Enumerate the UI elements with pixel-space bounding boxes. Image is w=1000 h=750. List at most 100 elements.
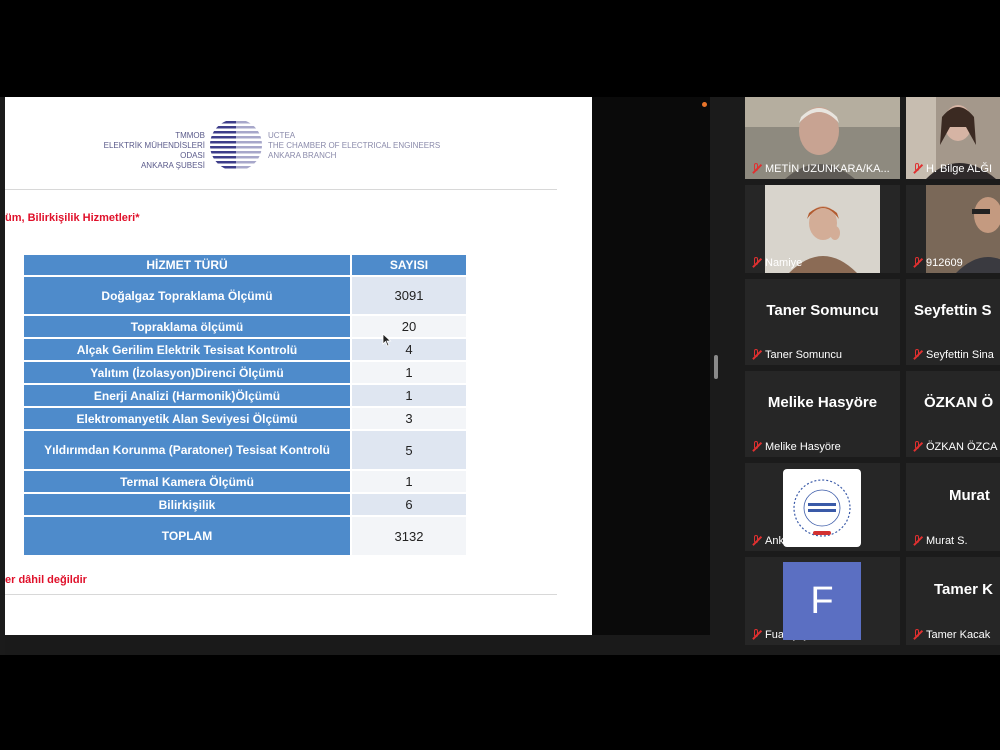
- participant-label: Tamer Kacak: [912, 629, 990, 641]
- participant-tile[interactable]: Melike Hasyöre Melike Hasyöre: [745, 371, 900, 457]
- participant-name: Murat S.: [926, 535, 968, 547]
- logo-left-line: ELEKTRİK MÜHENDİSLERİ ODASI: [103, 141, 205, 160]
- row-value: 5: [350, 431, 466, 471]
- participant-name: 912609: [926, 257, 963, 269]
- emo-seal-icon: [793, 479, 851, 537]
- header-service-type: HİZMET TÜRÜ: [24, 255, 350, 277]
- divider: [5, 189, 557, 190]
- participant-label: Taner Somuncu: [751, 349, 842, 361]
- participant-tile[interactable]: 912609: [906, 185, 1000, 273]
- avatar: F: [783, 562, 861, 640]
- participant-name: H. Bilge ALĞI: [926, 163, 993, 175]
- row-value: 3132: [350, 517, 466, 557]
- slide-subtitle: üm, Bilirkişilik Hizmetleri*: [5, 212, 140, 224]
- muted-mic-icon: [912, 349, 922, 361]
- participant-label: Namiye: [751, 257, 802, 269]
- table-row: Yıldırımdan Korunma (Paratoner) Tesisat …: [24, 431, 466, 471]
- logo-left-line: ANKARA ŞUBESİ: [140, 161, 205, 170]
- table-row: Enerji Analizi (Harmonik)Ölçümü 1: [24, 385, 466, 408]
- muted-mic-icon: [751, 257, 761, 269]
- muted-mic-icon: [751, 441, 761, 453]
- row-label: TOPLAM: [24, 517, 350, 557]
- participant-tile[interactable]: METİN UZUNKARA/KA...: [745, 97, 900, 179]
- participant-label: 912609: [912, 257, 963, 269]
- muted-mic-icon: [751, 535, 761, 547]
- slide-footnote: er dâhil değildir: [5, 574, 87, 586]
- row-value: 1: [350, 385, 466, 408]
- muted-mic-icon: [912, 163, 922, 175]
- row-value: 3091: [350, 277, 466, 316]
- participant-display-name: ÖZKAN Ö: [924, 393, 994, 411]
- uctea-logo-text: UCTEA THE CHAMBER OF ELECTRICAL ENGINEER…: [268, 131, 468, 161]
- muted-mic-icon: [751, 163, 761, 175]
- participant-display-name: Seyfettin S: [914, 301, 992, 319]
- logo-right-line: ANKARA BRANCH: [268, 151, 337, 160]
- row-value: 1: [350, 471, 466, 494]
- participant-name: ÖZKAN ÖZCA: [926, 441, 998, 453]
- tmmob-logo-text: TMMOB ELEKTRİK MÜHENDİSLERİ ODASI ANKARA…: [87, 131, 205, 171]
- row-value: 4: [350, 339, 466, 362]
- participant-display-name: Tamer K: [934, 580, 993, 598]
- emo-logo-avatar: [783, 469, 861, 547]
- muted-mic-icon: [751, 349, 761, 361]
- row-label: Yıldırımdan Korunma (Paratoner) Tesisat …: [24, 431, 350, 471]
- row-label: Termal Kamera Ölçümü: [24, 471, 350, 494]
- row-value: 1: [350, 362, 466, 385]
- participant-display-name: Melike Hasyöre: [767, 393, 878, 411]
- table-row: Doğalgaz Topraklama Ölçümü 3091: [24, 277, 466, 316]
- participant-label: Murat S.: [912, 535, 968, 547]
- header-count: SAYISI: [350, 255, 466, 277]
- row-label: Topraklama ölçümü: [24, 316, 350, 339]
- table-row-total: TOPLAM 3132: [24, 517, 466, 557]
- row-label: Doğalgaz Topraklama Ölçümü: [24, 277, 350, 316]
- muted-mic-icon: [912, 629, 922, 641]
- participant-tile[interactable]: Tamer K Tamer Kacak: [906, 557, 1000, 645]
- participant-tile[interactable]: Taner Somuncu Taner Somuncu: [745, 279, 900, 365]
- participant-tile[interactable]: Namiye: [745, 185, 900, 273]
- participant-name: METİN UZUNKARA/KA...: [765, 163, 890, 175]
- row-label: Elektromanyetik Alan Seviyesi Ölçümü: [24, 408, 350, 431]
- row-value: 6: [350, 494, 466, 517]
- participant-label: ÖZKAN ÖZCA: [912, 441, 998, 453]
- share-gutter: [592, 97, 710, 635]
- participant-name: Taner Somuncu: [765, 349, 843, 361]
- logo-right-line: UCTEA: [268, 131, 296, 140]
- participant-tile[interactable]: Murat Murat S.: [906, 463, 1000, 551]
- table-row: Termal Kamera Ölçümü 1: [24, 471, 466, 494]
- row-value: 3: [350, 408, 466, 431]
- share-bottom-bar: [5, 635, 710, 655]
- table-row: Alçak Gerilim Elektrik Tesisat Kontrolü …: [24, 339, 466, 362]
- participant-name: Melike Hasyöre: [765, 441, 841, 453]
- participant-name: Tamer Kacak: [926, 629, 991, 641]
- participant-tile[interactable]: ÖZKAN Ö ÖZKAN ÖZCA: [906, 371, 1000, 457]
- participant-label: METİN UZUNKARA/KA...: [751, 163, 890, 175]
- muted-mic-icon: [912, 535, 922, 547]
- muted-mic-icon: [912, 257, 922, 269]
- row-label: Enerji Analizi (Harmonik)Ölçümü: [24, 385, 350, 408]
- mouse-cursor-icon: [382, 333, 392, 347]
- row-label: Bilirkişilik: [24, 494, 350, 517]
- table-row: Bilirkişilik 6: [24, 494, 466, 517]
- table-row: Elektromanyetik Alan Seviyesi Ölçümü 3: [24, 408, 466, 431]
- participant-tile[interactable]: H. Bilge ALĞI: [906, 97, 1000, 179]
- participant-display-name: Murat: [949, 486, 990, 504]
- logo-right-line: THE CHAMBER OF ELECTRICAL ENGINEERS: [268, 141, 441, 150]
- table-row: Yalıtım (İzolasyon)Direnci Ölçümü 1: [24, 362, 466, 385]
- participant-tile[interactable]: Seyfettin S Seyfettin Sina: [906, 279, 1000, 365]
- muted-mic-icon: [751, 629, 761, 641]
- divider: [5, 594, 557, 595]
- participant-display-name: Taner Somuncu: [766, 301, 879, 319]
- participant-name: Seyfettin Sina: [926, 349, 994, 361]
- muted-mic-icon: [912, 441, 922, 453]
- participant-label: Melike Hasyöre: [751, 441, 841, 453]
- recording-indicator-icon: [702, 102, 707, 107]
- row-label: Yalıtım (İzolasyon)Direnci Ölçümü: [24, 362, 350, 385]
- panel-resize-handle[interactable]: [714, 355, 718, 379]
- emo-globe-logo-icon: [210, 117, 264, 173]
- logo-left-line: TMMOB: [175, 131, 205, 140]
- table-row: Topraklama ölçümü 20: [24, 316, 466, 339]
- participant-label: Seyfettin Sina: [912, 349, 994, 361]
- row-label: Alçak Gerilim Elektrik Tesisat Kontrolü: [24, 339, 350, 362]
- row-value: 20: [350, 316, 466, 339]
- services-table: HİZMET TÜRÜ SAYISI Doğalgaz Topraklama Ö…: [24, 255, 466, 557]
